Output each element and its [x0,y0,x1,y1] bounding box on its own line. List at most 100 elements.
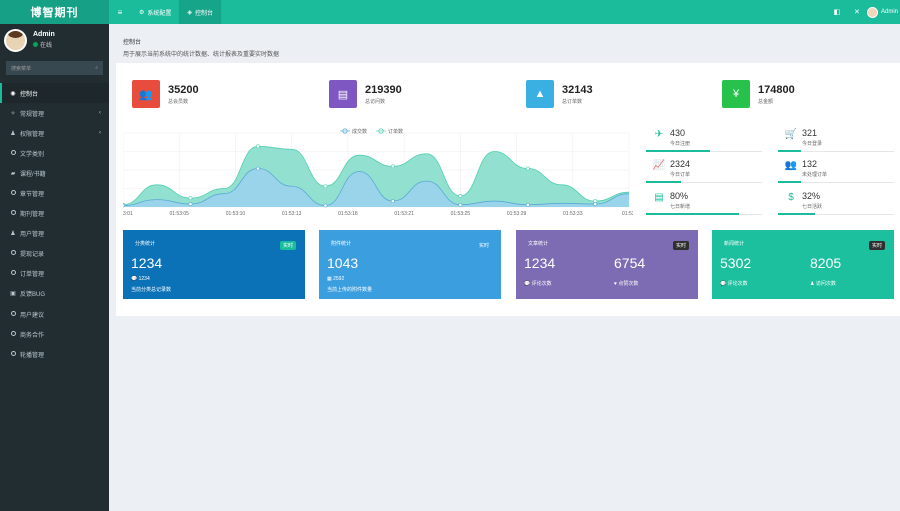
sidebar-item-feedback[interactable]: ▣ 反馈BUG [0,284,109,304]
sidebar-item-carousel[interactable]: 轮播管理 [0,344,109,364]
card-attachment-stats: 附件统计 实时 1043 ▦ 2592 当前上传的附件数量 [319,230,501,299]
x-tick-label: 01:53:13 [282,211,302,217]
page-subtitle: 用于展示当前系统中的统计数据、统计报表及重要实时数据 [123,52,280,58]
sidebar-item-permissions[interactable]: ♟ 权限管理 ‹ [0,123,109,143]
x-tick-label: 01:53:05 [169,211,189,217]
mini-progress [646,213,762,215]
progress-fill [778,213,816,215]
tab-label: 系统配置 [147,10,172,17]
sidebar-item-journals[interactable]: 期刊管理 [0,204,109,224]
stat-visits: ▤ 219390 总访问数 [329,80,402,108]
circle-icon [9,190,17,197]
stat-value: 32143 [562,83,593,96]
top-navbar: ≡ ⚙ 系统配置 ◈ 控制台 ◧ ✕ Admin [109,0,900,24]
close-icon[interactable]: ✕ [847,0,867,24]
card-value: 1234 [131,255,163,271]
search-placeholder: 搜索菜单 [11,65,32,72]
sidebar-item-withdrawals[interactable]: 提现记录 [0,244,109,264]
dashboard-icon: ◈ [187,9,193,16]
stat-value: 35200 [168,83,199,96]
sidebar-item-suggestions[interactable]: 用户建议 [0,304,109,324]
stat-amount: ¥ 174800 总金额 [722,80,795,108]
x-tick-label: 01:53:25 [451,211,471,217]
tab-dashboard[interactable]: ◈ 控制台 [179,0,222,24]
mini-stat-value: 132 [802,159,818,169]
user-name[interactable]: Admin [881,9,898,15]
stat-value: 219390 [365,83,402,96]
sidebar-item-label: 商务合作 [20,332,45,339]
card-sub-comments: 💬 评论次数 [524,281,552,287]
stat-label: 总金额 [758,98,774,105]
search-input[interactable]: 搜索菜单 ⌕ [6,61,103,75]
dollar-icon: $ [788,192,794,203]
x-tick-label: 01:53:10 [226,211,246,217]
sidebar-item-books[interactable]: ▰ 课程/书籍 [0,163,109,183]
users-icon: 👥 [132,80,160,108]
mini-progress [778,150,894,152]
sidebar-item-users[interactable]: ♟ 用户管理 [0,224,109,244]
data-point[interactable] [525,202,530,207]
gear-icon: ⚙ [139,9,145,16]
status-label: 在线 [40,43,53,49]
circle-icon [9,310,17,318]
content-background [109,316,900,511]
data-point[interactable] [256,166,260,171]
data-point[interactable] [593,202,598,206]
stat-value: 174800 [758,83,795,96]
progress-fill [778,181,802,183]
data-point[interactable] [256,144,260,149]
data-point[interactable] [188,196,193,201]
data-point[interactable] [123,203,125,208]
avatar [4,28,27,52]
card-sub-count: ▦ 2592 [327,276,345,282]
data-point[interactable] [390,199,395,203]
trend-area-chart: 3:01 01:53:05 01:53:10 01:53:13 01:53:18 01:5… [123,128,633,217]
sidebar-menu: ◉ 控制台 ✧ 常规管理 ‹ ♟ 权限管理 ‹ 文学类别 ▰ 课程/书籍 章节管理 期刊管理… [0,83,109,364]
book-icon: ▤ [329,80,357,108]
sidebar-item-general[interactable]: ✧ 常规管理 ‹ [0,103,109,123]
progress-fill [646,213,739,215]
line-chart-icon: 📈 [652,160,666,171]
sidebar-item-cooperation[interactable]: 商务合作 [0,324,109,344]
sidebar-item-dashboard[interactable]: ◉ 控制台 [0,83,109,104]
sidebar-item-label: 期刊管理 [20,212,45,219]
tab-system-config[interactable]: ⚙ 系统配置 [131,0,179,24]
data-point[interactable] [323,203,328,208]
mini-stat-value: 321 [802,128,818,138]
stat-label: 总访问数 [365,98,386,105]
card-value: 1043 [327,255,359,271]
list-icon: ▤ [654,192,664,203]
data-point[interactable] [188,202,193,206]
sidebar-item-literature[interactable]: 文学类别 [0,143,109,163]
data-point[interactable] [323,184,328,189]
circle-icon [9,350,17,358]
card-title: 文章统计 [528,241,549,247]
data-point[interactable] [525,166,530,171]
sidebar-item-chapters[interactable]: 章节管理 [0,183,109,203]
x-tick-label: 01:53:18 [338,211,358,217]
card-sub-count: 💬 1234 [131,276,150,282]
mini-stat-seven-day-new: ▤ 80% 七日新增 [646,189,762,232]
sidebar-item-orders[interactable]: 订单管理 [0,264,109,284]
page-title: 控制台 [123,40,142,46]
mini-stat-label: 未处理订单 [802,172,828,178]
plane-icon: ✈ [654,129,664,140]
menu-toggle-icon[interactable]: ≡ [109,0,131,24]
app-logo[interactable]: 博智期刊 [0,0,109,24]
data-point[interactable] [390,164,395,169]
bug-icon: ▣ [10,291,16,298]
sidebar-item-label: 提现记录 [20,252,45,259]
fullscreen-icon[interactable]: ◧ [827,0,847,24]
user-avatar[interactable] [866,6,878,18]
online-dot-icon [33,42,38,47]
mini-stat-value: 80% [670,191,689,201]
data-point[interactable] [458,202,463,207]
sidebar: Admin 在线 搜索菜单 ⌕ ◉ 控制台 ✧ 常规管理 ‹ ♟ 权限管理 ‹ 文学类别 … [0,24,109,511]
progress-fill [646,150,710,152]
data-point[interactable] [458,194,463,198]
mini-progress [778,181,894,183]
search-icon[interactable]: ⌕ [95,65,98,71]
mini-stat-value: 2324 [670,159,691,169]
mini-stat-seven-day-active: $ 32% 七日活跃 [778,189,894,232]
sidebar-user-name: Admin [33,31,55,38]
